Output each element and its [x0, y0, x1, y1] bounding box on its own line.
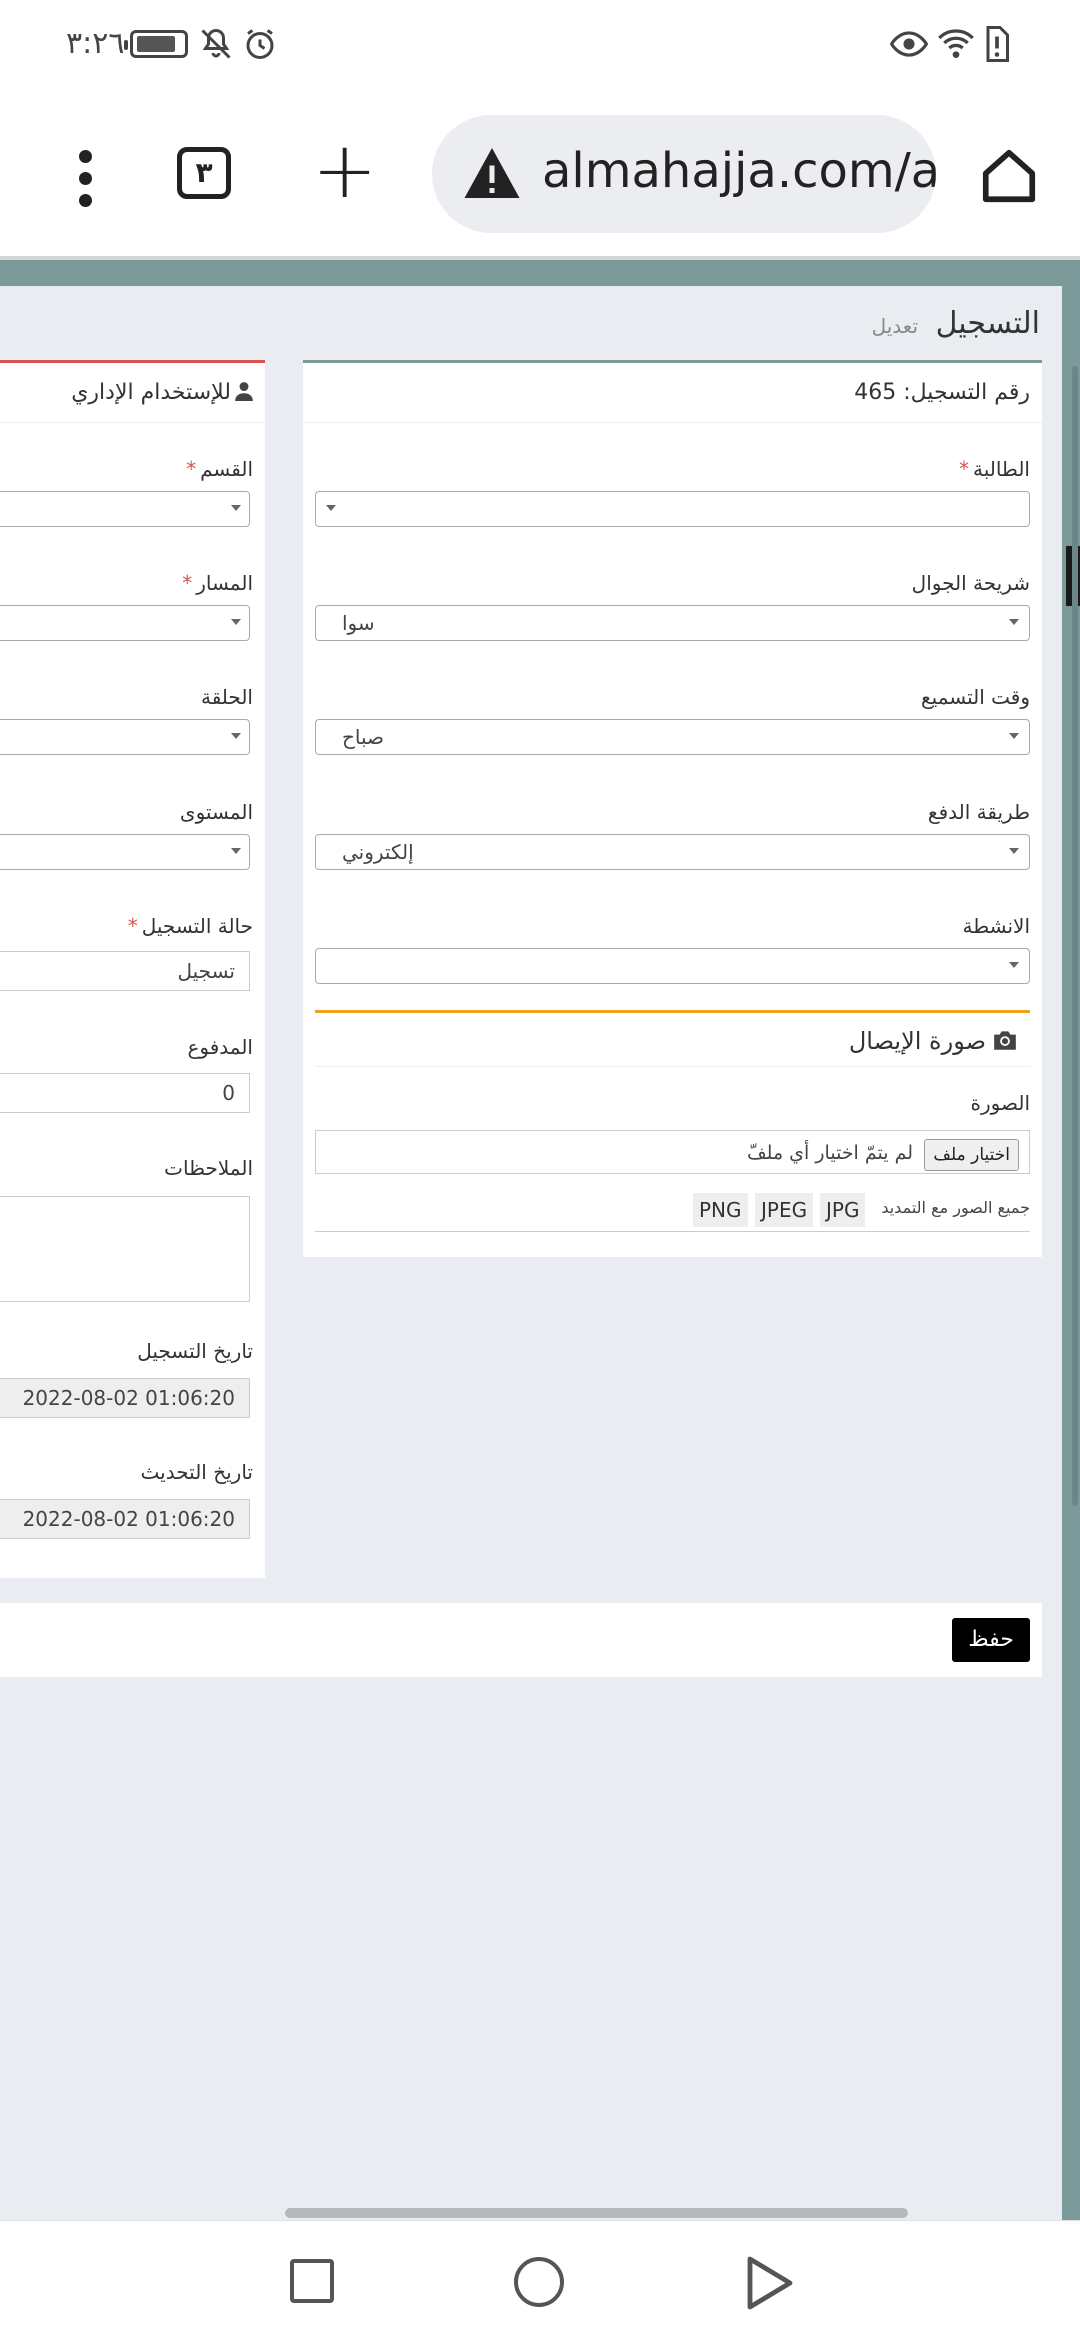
- top-strip: [0, 260, 1080, 286]
- vertical-scrollbar[interactable]: [1072, 366, 1078, 1506]
- recents-icon[interactable]: [290, 2259, 334, 2303]
- chevron-down-icon: [1009, 733, 1019, 739]
- save-button[interactable]: حفظ: [952, 1618, 1030, 1662]
- registration-card-header: رقم التسجيل: 465: [303, 363, 1042, 423]
- student-select[interactable]: [315, 491, 1030, 527]
- battery-icon: [124, 30, 188, 58]
- receipt-header: صورة الإيصال: [315, 1013, 1030, 1067]
- field-label-sim: شريحة الجوال: [911, 571, 1030, 595]
- field-label-status: حالة التسجيل*: [127, 914, 253, 938]
- field-label-section: القسم*: [186, 457, 253, 481]
- eye-icon: [890, 31, 928, 57]
- status-bar: ٣:٢٦: [0, 0, 1080, 90]
- field-label-paid: المدفوع: [187, 1035, 253, 1059]
- admin-card: للإستخدام الإداري القسم* المسار* الحلقة …: [0, 360, 265, 1578]
- page-title: التسجيل تعديل: [872, 306, 1040, 341]
- field-label-recitation-time: وقت التسميع: [921, 685, 1030, 709]
- extension-badge: JPG: [820, 1193, 866, 1227]
- wifi-icon: [938, 29, 974, 58]
- chevron-down-icon: [1009, 962, 1019, 968]
- field-label-registered-at: تاريخ التسجيل: [137, 1339, 253, 1363]
- updated-at-input[interactable]: 2022-08-02 01:06:20: [0, 1499, 250, 1539]
- track-select[interactable]: [0, 605, 250, 641]
- system-nav-bar: [0, 2220, 1080, 2340]
- web-page[interactable]: ‹ ‹ ‹ التسجيل تعديل رقم التسجيل: 465 الط…: [0, 260, 1080, 2220]
- back-icon[interactable]: [744, 2255, 796, 2311]
- page-title-text: التسجيل: [935, 306, 1040, 341]
- admin-card-title: للإستخدام الإداري: [71, 380, 253, 405]
- chevron-down-icon: [231, 733, 241, 739]
- horizontal-scrollbar[interactable]: [285, 2208, 908, 2218]
- extension-badge: JPEG: [755, 1193, 814, 1227]
- url-text: almahajja.com/ac: [542, 143, 936, 199]
- file-extensions-note: جميع الصور مع التمديد: [881, 1198, 1030, 1217]
- camera-icon: [994, 1031, 1016, 1050]
- home-icon[interactable]: [978, 145, 1040, 207]
- tab-count: ٣: [195, 156, 213, 189]
- chevron-down-icon: [1009, 848, 1019, 854]
- alert-icon: [986, 26, 1009, 62]
- file-input[interactable]: اختيار ملف لم يتمّ اختيار أي ملفّ: [315, 1130, 1030, 1174]
- alarm-icon: [246, 29, 274, 59]
- receipt-panel: صورة الإيصال الصورة اختيار ملف لم يتمّ ا…: [315, 1010, 1030, 1232]
- chevron-down-icon: [231, 619, 241, 625]
- extension-badge: PNG: [693, 1193, 748, 1227]
- payment-method-select[interactable]: إلكتروني: [315, 834, 1030, 870]
- chevron-down-icon: [1009, 619, 1019, 625]
- file-status: لم يتمّ اختيار أي ملفّ: [747, 1142, 913, 1164]
- registered-at-input[interactable]: 2022-08-02 01:06:20: [0, 1378, 250, 1418]
- admin-card-header: للإستخدام الإداري: [0, 363, 265, 423]
- paid-input[interactable]: 0: [0, 1073, 250, 1113]
- page-subtitle: تعديل: [871, 314, 919, 338]
- choose-file-button[interactable]: اختيار ملف: [924, 1139, 1019, 1171]
- field-label-track: المسار*: [182, 571, 253, 595]
- level-select[interactable]: [0, 834, 250, 870]
- recitation-time-select[interactable]: صباح: [315, 719, 1030, 755]
- section-select[interactable]: [0, 491, 250, 527]
- new-tab-icon[interactable]: +: [312, 132, 377, 210]
- chevron-down-icon: [326, 505, 336, 511]
- chevron-down-icon: [231, 848, 241, 854]
- file-extensions-row: جميع الصور مع التمديد JPG JPEG PNG: [315, 1188, 1030, 1232]
- status-input[interactable]: تسجيل: [0, 951, 250, 991]
- warning-icon[interactable]: [462, 145, 522, 201]
- side-panel-bar: ‹ ‹ ‹: [1062, 286, 1080, 2220]
- home-nav-icon[interactable]: [514, 2257, 564, 2307]
- page-header: التسجيل تعديل: [0, 286, 1062, 342]
- user-icon: [235, 382, 253, 401]
- mute-icon: [201, 28, 231, 59]
- browser-toolbar: ٣ + almahajja.com/ac: [0, 90, 1080, 260]
- circle-select[interactable]: [0, 719, 250, 755]
- form-actions: حفظ: [0, 1603, 1042, 1677]
- more-vert-icon[interactable]: [70, 150, 100, 210]
- field-label-updated-at: تاريخ التحديث: [140, 1460, 253, 1484]
- address-bar[interactable]: almahajja.com/ac: [432, 115, 936, 233]
- chevron-down-icon: [231, 505, 241, 511]
- registration-number: رقم التسجيل: 465: [854, 380, 1030, 405]
- activities-select[interactable]: [315, 948, 1030, 984]
- field-label-activities: الانشطة: [962, 914, 1031, 938]
- field-label-payment-method: طريقة الدفع: [927, 800, 1030, 824]
- status-time: ٣:٢٦: [66, 26, 125, 61]
- sim-select[interactable]: سوا: [315, 605, 1030, 641]
- receipt-title: صورة الإيصال: [849, 1027, 1018, 1055]
- notes-textarea[interactable]: [0, 1196, 250, 1302]
- field-label-circle: الحلقة: [200, 685, 253, 709]
- registration-card: رقم التسجيل: 465 الطالبة* شريحة الجوال س…: [303, 360, 1042, 1257]
- field-label-level: المستوى: [179, 800, 253, 824]
- field-label-image: الصورة: [970, 1091, 1030, 1115]
- field-label-student: الطالبة*: [958, 457, 1030, 481]
- tabs-button[interactable]: ٣: [177, 147, 231, 199]
- field-label-notes: الملاحظات: [164, 1156, 253, 1180]
